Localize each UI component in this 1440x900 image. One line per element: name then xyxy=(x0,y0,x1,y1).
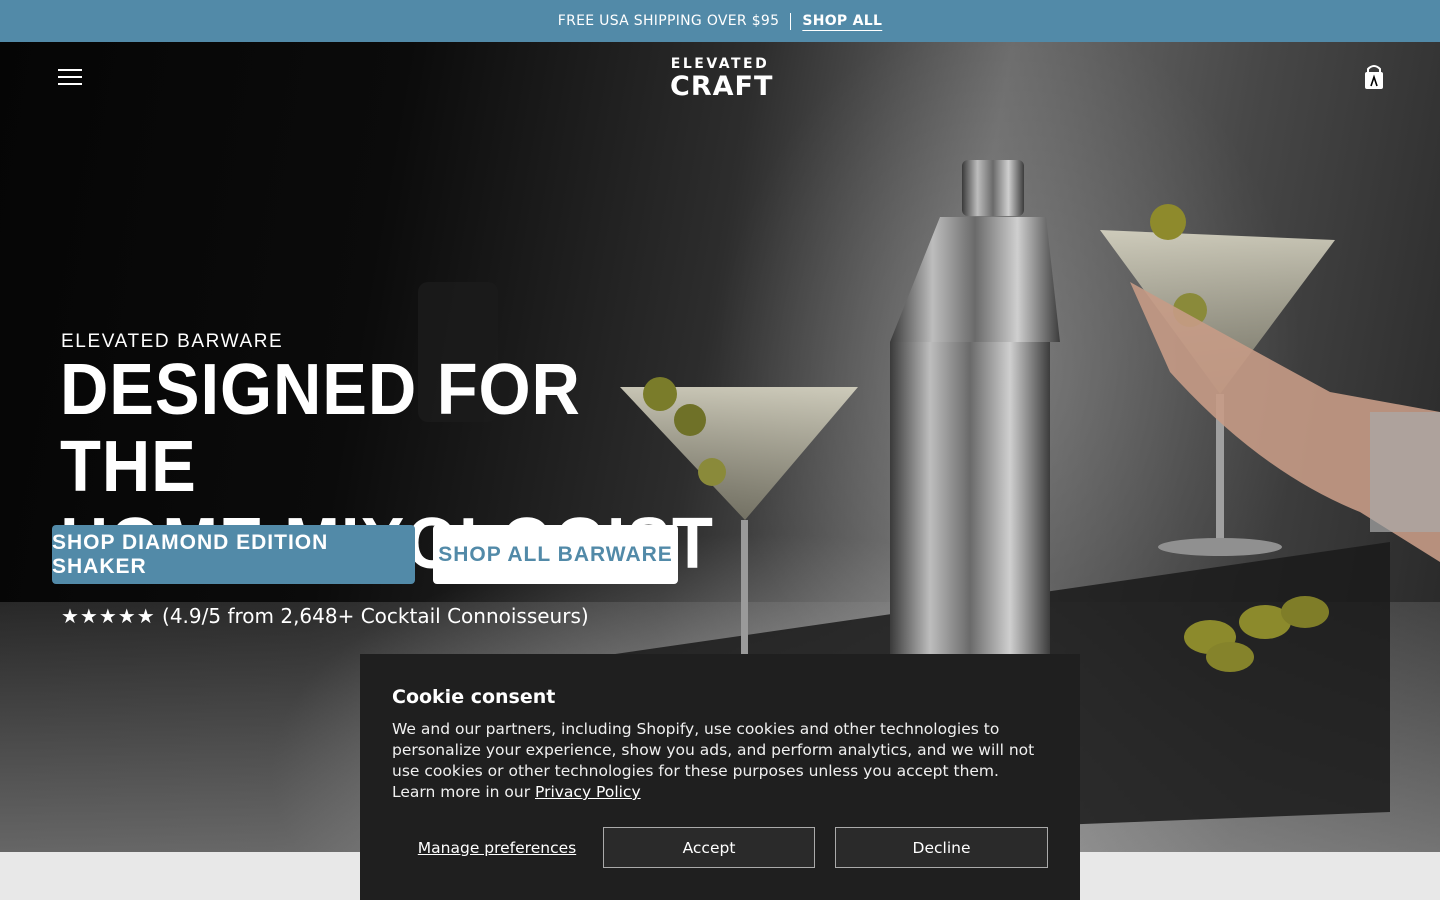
site-logo[interactable]: ELEVATED CRAFT xyxy=(670,56,774,102)
accept-button[interactable]: Accept xyxy=(603,827,815,868)
privacy-policy-link[interactable]: Privacy Policy xyxy=(535,783,641,801)
shopping-bag-icon xyxy=(1365,65,1383,89)
cookie-body: We and our partners, including Shopify, … xyxy=(392,719,1042,803)
shop-diamond-shaker-button[interactable]: SHOP DIAMOND EDITION SHAKER xyxy=(52,525,415,584)
rating-text: (4.9/5 from 2,648+ Cocktail Connoisseurs… xyxy=(162,604,589,628)
announcement-bar: FREE USA SHIPPING OVER $95 SHOP ALL xyxy=(0,0,1440,42)
manage-preferences-button[interactable]: Manage preferences xyxy=(392,827,602,868)
cookie-title: Cookie consent xyxy=(392,686,556,708)
menu-button[interactable] xyxy=(58,69,82,89)
star-rating-icon: ★★★★★ xyxy=(61,604,156,628)
announcement-divider xyxy=(790,12,792,30)
logo-line-2: CRAFT xyxy=(670,71,774,102)
cookie-actions: Manage preferences Accept Decline xyxy=(392,827,1048,868)
shop-all-barware-button[interactable]: SHOP ALL BARWARE xyxy=(433,525,678,584)
cart-button[interactable] xyxy=(1362,64,1386,90)
rating-summary: ★★★★★ (4.9/5 from 2,648+ Cocktail Connoi… xyxy=(61,604,589,628)
cocktail-shaker xyxy=(890,160,1060,684)
cookie-body-text: We and our partners, including Shopify, … xyxy=(392,720,1035,801)
hamburger-menu-icon xyxy=(58,69,82,71)
cookie-consent-dialog: Cookie consent We and our partners, incl… xyxy=(360,654,1080,900)
watch-shape xyxy=(1370,412,1440,532)
decline-button[interactable]: Decline xyxy=(835,827,1048,868)
shop-all-link[interactable]: SHOP ALL xyxy=(802,13,882,29)
announcement-text: FREE USA SHIPPING OVER $95 xyxy=(557,13,780,29)
headline-line-1: DESIGNED FOR THE xyxy=(60,350,581,507)
logo-line-1: ELEVATED xyxy=(670,56,770,72)
